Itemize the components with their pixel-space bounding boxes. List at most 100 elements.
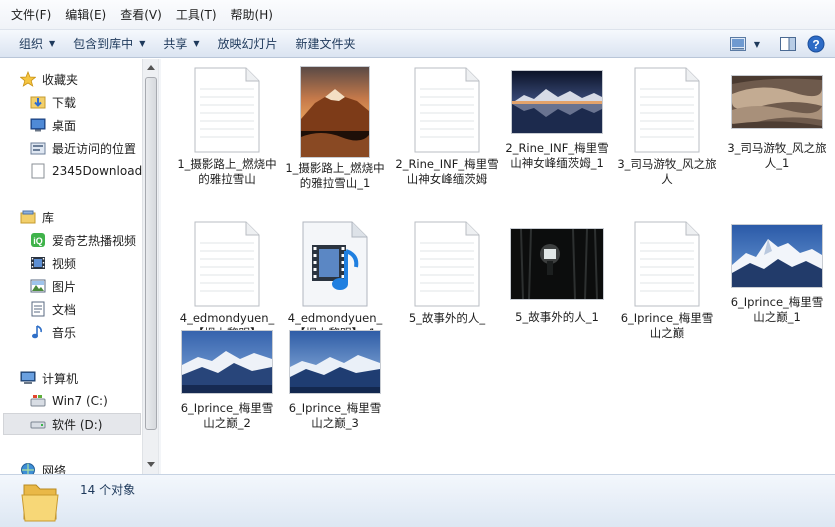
media-file-icon [302,221,368,307]
nav-favorites-label: 收藏夹 [42,72,79,87]
file-name: 1_摄影路上_燃烧中的雅拉雪山_1 [285,161,385,190]
star-icon [20,71,36,87]
nav-scrollbar-thumb[interactable] [145,77,157,430]
file-item[interactable]: 6_Iprince_梅里雪山之巅_2 [173,327,281,431]
file-item[interactable]: 4_edmondyuen_【坝上黎明】_1 [281,221,389,340]
nav-scrollbar[interactable] [142,59,158,474]
menu-help[interactable]: 帮助(H) [224,4,280,26]
file-item[interactable]: 1_摄影路上_燃烧中的雅拉雪山_1 [281,67,389,190]
dune-photo [732,76,822,128]
slideshow-label: 放映幻灯片 [217,36,278,51]
file-item[interactable]: 4_edmondyuen_【坝上黎明】 [173,221,281,340]
nav-documents[interactable]: 文档 [30,298,158,320]
folder-icon [21,484,59,522]
nav-desktop-label: 桌面 [52,118,77,133]
menu-bar: 文件(F) 编辑(E) 查看(V) 工具(T) 帮助(H) [0,0,835,30]
file-thumbnail [281,67,389,157]
nav-libraries[interactable]: 库 [20,206,158,228]
file-item[interactable]: 6_Iprince_梅里雪山之巅 [613,221,721,340]
file-item[interactable]: 6_Iprince_梅里雪山之巅_1 [723,221,831,325]
svg-text:iQ: iQ [33,236,43,246]
file-thumbnail [281,327,389,397]
nav-2345downloads-label: 2345Downloads [52,164,149,178]
file-thumbnail [173,67,281,153]
file-item[interactable]: 5_故事外的人_ [393,221,501,325]
nav-downloads[interactable]: 下载 [30,91,158,113]
file-name: 3_司马游牧_风之旅人_1 [727,141,827,170]
nav-2345downloads[interactable]: 2345Downloads [30,160,158,182]
menu-tools[interactable]: 工具(T) [169,4,224,26]
nav-downloads-label: 下载 [52,95,77,110]
share-button[interactable]: 共享 ▼ [154,33,208,55]
file-name: 6_Iprince_梅里雪山之巅_3 [288,401,382,430]
recent-places-icon [30,142,46,155]
organize-button[interactable]: 组织 ▼ [10,33,64,55]
file-name: 2_Rine_INF_梅里雪山神女峰缅茨姆_1 [505,141,609,170]
preview-pane-icon [780,37,796,51]
nav-drive-c-label: Win7 (C:) [52,394,108,408]
new-folder-button[interactable]: 新建文件夹 [287,33,365,55]
chevron-down-icon: ▼ [49,38,56,48]
file-thumbnail [393,221,501,307]
view-options-button[interactable]: ▼ [725,33,765,55]
nav-music-label: 音乐 [52,325,77,340]
help-button[interactable]: ? [805,33,827,55]
nav-iqiyi[interactable]: iQ 爱奇艺热播视频 [30,229,158,251]
file-name: 1_摄影路上_燃烧中的雅拉雪山 [177,157,277,186]
slideshow-button[interactable]: 放映幻灯片 [209,33,287,55]
nav-network[interactable]: 网络 [20,459,158,474]
file-thumbnail [723,221,831,291]
organize-label: 组织 [19,36,44,51]
menu-file[interactable]: 文件(F) [4,4,58,26]
file-thumbnail [613,221,721,307]
nav-recent-label: 最近访问的位置 [52,141,137,156]
lake-photo [512,71,602,133]
drive-icon [30,421,46,429]
scroll-down-icon[interactable] [147,462,155,467]
nav-recent[interactable]: 最近访问的位置 [30,137,158,159]
desktop-icon [30,118,46,132]
snow-mountain-photo [182,331,272,393]
file-item[interactable]: 3_司马游牧_风之旅人_1 [723,67,831,171]
document-icon [634,67,700,153]
nav-favorites[interactable]: 收藏夹 [20,68,158,90]
include-in-library-button[interactable]: 包含到库中 ▼ [64,33,154,55]
file-item[interactable]: 2_Rine_INF_梅里雪山神女峰缅茨姆_1 [503,67,611,171]
file-item[interactable]: 3_司马游牧_风之旅人 [613,67,721,186]
item-count: 14 个对象 [80,483,136,497]
scroll-up-icon[interactable] [147,65,155,70]
nav-pictures-label: 图片 [52,279,77,294]
dark-forest-photo [511,228,603,299]
preview-pane-button[interactable] [777,33,799,55]
file-name: 6_Iprince_梅里雪山之巅_2 [180,401,274,430]
music-note-icon [32,325,42,339]
document-icon [634,221,700,307]
file-thumbnail [723,67,831,137]
document-icon [194,221,260,307]
nav-documents-label: 文档 [52,302,77,317]
document-icon [414,221,480,307]
navigation-pane: 收藏夹 下载 桌面 最近访问的位置 2345Downloads 库 iQ 爱奇艺… [0,59,158,474]
file-item[interactable]: 6_Iprince_梅里雪山之巅_3 [281,327,389,431]
menu-view[interactable]: 查看(V) [113,4,169,26]
menu-edit[interactable]: 编辑(E) [58,4,113,26]
file-item[interactable]: 1_摄影路上_燃烧中的雅拉雪山 [173,67,281,186]
file-thumbnail [503,221,611,306]
chevron-down-icon: ▼ [193,38,200,48]
chevron-down-icon: ▼ [139,38,146,48]
nav-drive-d[interactable]: 软件 (D:) [3,413,141,435]
file-name: 2_Rine_INF_梅里雪山神女峰缅茨姆 [395,157,499,186]
nav-computer[interactable]: 计算机 [20,367,158,389]
nav-pictures[interactable]: 图片 [30,275,158,297]
file-thumbnail [503,67,611,137]
nav-music[interactable]: 音乐 [30,321,158,343]
computer-icon [20,371,36,384]
nav-desktop[interactable]: 桌面 [30,114,158,136]
status-bar: 14 个对象 [0,474,835,527]
nav-drive-c[interactable]: Win7 (C:) [30,390,158,412]
nav-videos[interactable]: 视频 [30,252,158,274]
file-item[interactable]: 5_故事外的人_1 [503,221,611,325]
document-icon [194,67,260,153]
chevron-down-icon: ▼ [753,39,761,49]
file-item[interactable]: 2_Rine_INF_梅里雪山神女峰缅茨姆 [393,67,501,186]
